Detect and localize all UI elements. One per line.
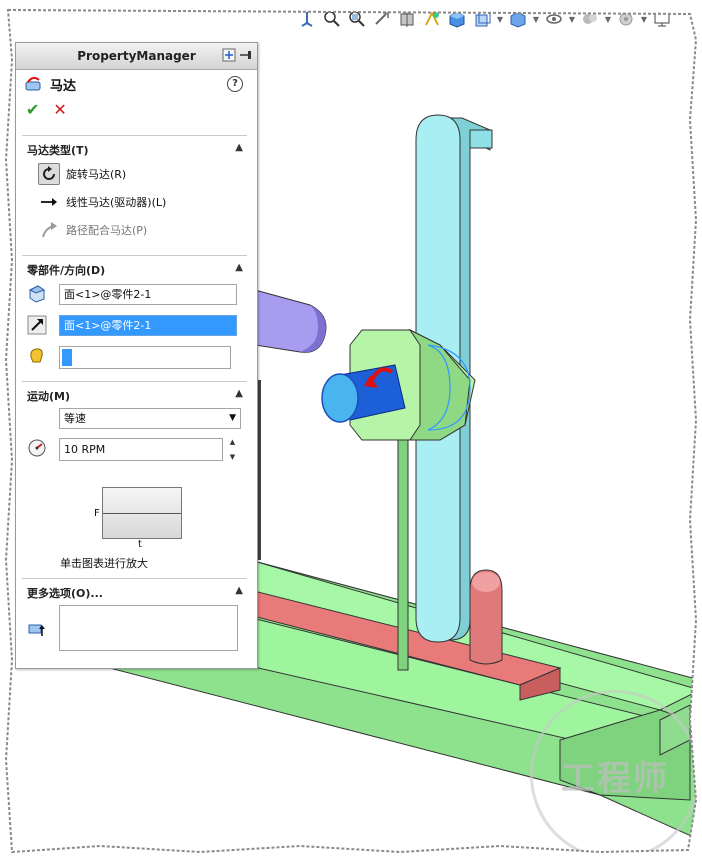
selection-cursor: [62, 349, 72, 366]
chevron-down-icon[interactable]: ▼: [640, 8, 648, 30]
chevron-down-icon[interactable]: ▼: [604, 8, 612, 30]
edit-appearance-icon[interactable]: [543, 8, 565, 30]
spin-down-icon[interactable]: ▼: [230, 453, 235, 461]
ok-button[interactable]: ✔: [26, 100, 39, 119]
screenshot-frame: ▼ ▼ ▼ ▼ ▼ PropertyManager 马达 ? ✔ ✕ 马达类型(…: [0, 0, 702, 859]
path-mate-motor-label: 路径配合马达(P): [66, 224, 148, 237]
section-divider: [22, 381, 247, 382]
stop-pin[interactable]: [469, 569, 503, 665]
ok-cancel-row: ✔ ✕: [16, 98, 257, 120]
path-mate-motor-option[interactable]: 路径配合马达(P): [38, 219, 147, 241]
section-divider: [22, 255, 247, 256]
chevron-down-icon: ▼: [229, 413, 236, 423]
motor-direction-field[interactable]: 面<1>@零件2-1: [59, 315, 237, 336]
spin-up-icon[interactable]: ▲: [230, 438, 235, 446]
chevron-up-icon[interactable]: ▲: [235, 388, 243, 399]
cancel-button[interactable]: ✕: [53, 100, 66, 119]
panel-title-bar: PropertyManager: [16, 43, 257, 70]
path-mate-motor-icon: [38, 219, 60, 241]
graph-y-label: F: [94, 508, 100, 519]
section-divider: [22, 578, 247, 579]
view-settings-icon[interactable]: [615, 8, 637, 30]
chevron-down-icon[interactable]: ▼: [568, 8, 576, 30]
graph-caption: 单击图表进行放大: [60, 557, 148, 570]
chevron-down-icon[interactable]: ▼: [496, 8, 504, 30]
motion-title[interactable]: 运动(M): [27, 388, 70, 404]
display-style-icon[interactable]: [471, 8, 493, 30]
graph-x-label: t: [138, 539, 142, 550]
chevron-up-icon[interactable]: ▲: [235, 262, 243, 273]
dynamic-annotation-icon[interactable]: [421, 8, 443, 30]
apply-scene-icon[interactable]: [579, 8, 601, 30]
previous-view-icon[interactable]: [371, 8, 393, 30]
heads-up-view-toolbar: ▼ ▼ ▼ ▼ ▼: [296, 6, 696, 32]
relative-component-field[interactable]: [59, 346, 231, 369]
rotary-motor-option[interactable]: 旋转马达(R): [38, 163, 126, 185]
linear-motor-option[interactable]: 线性马达(驱动器)(L): [38, 191, 166, 213]
hide-show-icon[interactable]: [507, 8, 529, 30]
speed-input[interactable]: 10 RPM: [59, 438, 223, 461]
pin-icon[interactable]: [239, 48, 253, 62]
linear-motor-icon: [38, 191, 60, 213]
view-orientation-icon[interactable]: [296, 8, 318, 30]
chevron-up-icon[interactable]: ▲: [235, 585, 243, 596]
watermark-text: 工程师: [561, 758, 669, 799]
speed-gauge-icon: [26, 437, 48, 459]
load-bearing-faces-list[interactable]: [59, 605, 238, 651]
help-icon[interactable]: ?: [227, 76, 243, 92]
view-orientation-cube-icon[interactable]: [446, 8, 468, 30]
property-manager-panel: PropertyManager 马达 ? ✔ ✕ 马达类型(T) ▲ 旋转马达(…: [15, 42, 258, 669]
monitor-icon[interactable]: [651, 8, 673, 30]
section-view-icon[interactable]: [396, 8, 418, 30]
motor-location-field[interactable]: 面<1>@零件2-1: [59, 284, 237, 305]
relative-component-icon: [26, 344, 48, 366]
motion-profile-graph[interactable]: [102, 487, 182, 539]
more-options-title[interactable]: 更多选项(O)...: [27, 585, 103, 601]
chevron-up-icon[interactable]: ▲: [235, 142, 243, 153]
motor-type-title[interactable]: 马达类型(T): [27, 142, 89, 158]
rotary-motor-icon: [38, 163, 60, 185]
panel-title: PropertyManager: [77, 49, 196, 63]
motion-function-select[interactable]: 等速 ▼: [59, 408, 241, 429]
load-bearing-faces-icon: [26, 618, 48, 640]
zoom-to-fit-icon[interactable]: [321, 8, 343, 30]
component-direction-title[interactable]: 零部件/方向(D): [27, 262, 105, 278]
feature-header: 马达 ?: [16, 70, 257, 98]
feature-name: 马达: [50, 78, 77, 94]
motor-direction-value: 面<1>@零件2-1: [64, 319, 152, 332]
rotary-motor-label: 旋转马达(R): [66, 168, 127, 181]
section-divider: [22, 135, 247, 136]
watermark: 工程师: [530, 690, 700, 859]
zoom-area-icon[interactable]: [346, 8, 368, 30]
motor-feature-icon: [24, 75, 44, 93]
speed-spinner[interactable]: ▲ ▼: [226, 438, 239, 461]
linear-motor-label: 线性马达(驱动器)(L): [66, 196, 167, 209]
motor-direction-icon[interactable]: [26, 314, 48, 336]
motion-function-value: 等速: [64, 412, 86, 425]
expand-panel-icon[interactable]: [221, 48, 237, 62]
crank-arm[interactable]: [254, 289, 327, 353]
vertical-rod[interactable]: [397, 429, 409, 671]
chevron-down-icon[interactable]: ▼: [532, 8, 540, 30]
motor-location-icon: [26, 283, 48, 305]
